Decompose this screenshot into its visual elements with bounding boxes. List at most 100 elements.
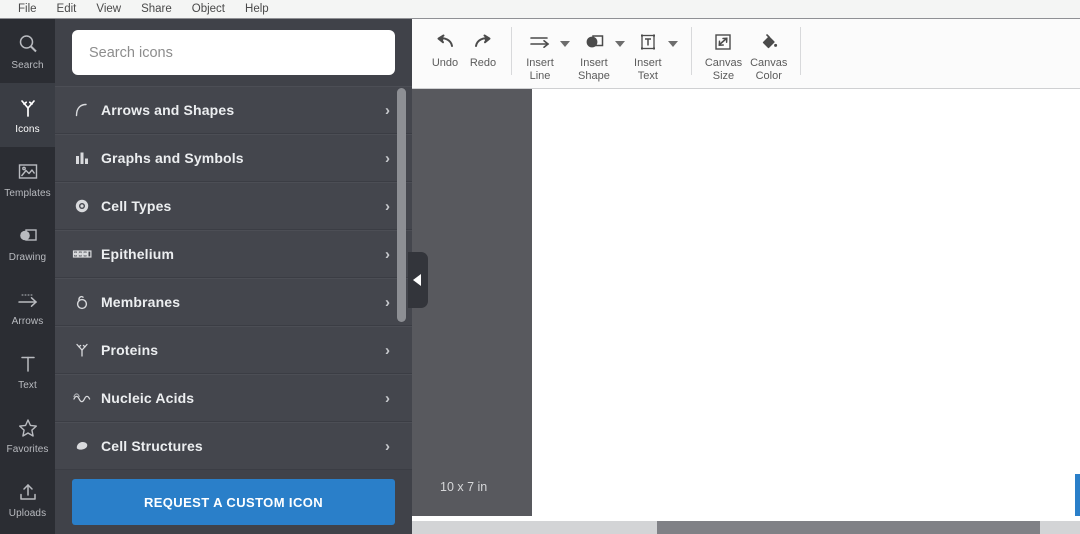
insert-shape-button[interactable]: Insert Shape <box>574 19 614 82</box>
panel-scrollbar-track[interactable] <box>397 86 406 470</box>
canvas-color-button[interactable]: Canvas Color <box>746 19 791 82</box>
rail-item-label: Drawing <box>8 252 47 263</box>
insert-line-combo: Insert Line <box>521 19 574 82</box>
category-item-membranes[interactable]: Membranes › <box>55 278 412 326</box>
cell-circle-icon <box>69 197 95 215</box>
rail-item-label: Search <box>11 60 44 71</box>
app-window: File Edit View Share Object Help Search … <box>0 0 1080 534</box>
redo-label: Redo <box>469 57 497 69</box>
category-item-proteins[interactable]: Proteins › <box>55 326 412 374</box>
chevron-right-icon: › <box>385 149 390 167</box>
category-item-nucleic-acids[interactable]: Nucleic Acids › <box>55 374 412 422</box>
rail-item-label: Templates <box>4 188 51 199</box>
category-item-label: Nucleic Acids <box>101 390 195 406</box>
chevron-right-icon: › <box>385 293 390 311</box>
text-box-icon <box>637 30 659 54</box>
right-edge-panel-sliver[interactable] <box>1075 474 1080 516</box>
canvas-size-label: Canvas Size <box>704 57 743 82</box>
search-bar-container <box>55 19 412 86</box>
arrow-right-icon <box>16 287 40 313</box>
curved-arrow-icon <box>69 101 95 119</box>
insert-text-dropdown-caret[interactable] <box>667 41 678 47</box>
chevron-right-icon: › <box>385 245 390 263</box>
chevron-right-icon: › <box>385 197 390 215</box>
category-item-label: Epithelium <box>101 246 175 262</box>
menu-bar: File Edit View Share Object Help <box>0 0 1080 19</box>
insert-group: Insert Line Insert Shape Insert Text <box>521 19 682 87</box>
menu-item-file[interactable]: File <box>8 0 47 18</box>
dna-wave-icon <box>69 389 95 407</box>
rail-item-text[interactable]: Text <box>0 339 55 403</box>
upload-icon <box>17 479 39 505</box>
horizontal-scrollbar-thumb[interactable] <box>657 521 1040 534</box>
menu-item-share[interactable]: Share <box>131 0 182 18</box>
cta-container: REQUEST A CUSTOM ICON <box>55 470 412 534</box>
insert-line-label: Insert Line <box>526 57 554 82</box>
undo-button[interactable]: Undo <box>426 19 464 70</box>
menu-item-view[interactable]: View <box>86 0 131 18</box>
chevron-right-icon: › <box>385 101 390 119</box>
line-arrow-icon <box>528 30 552 54</box>
panel-scrollbar-thumb[interactable] <box>397 88 406 322</box>
rail-item-favorites[interactable]: Favorites <box>0 403 55 467</box>
paint-bucket-icon <box>758 30 780 54</box>
left-rail: Search Icons Templates Drawing Arrows Te… <box>0 19 55 534</box>
canvas-group: Canvas Size Canvas Color <box>701 19 792 87</box>
rail-item-search[interactable]: Search <box>0 19 55 83</box>
insert-line-dropdown-caret[interactable] <box>560 41 570 47</box>
icon-category-list: Arrows and Shapes › Graphs and Symbols › <box>55 86 412 470</box>
search-input[interactable] <box>72 30 395 75</box>
category-item-label: Membranes <box>101 294 181 310</box>
undo-arrow-icon <box>434 30 456 54</box>
epithelium-icon <box>69 245 95 263</box>
bar-chart-icon <box>69 149 95 167</box>
star-icon <box>17 415 39 441</box>
rail-item-templates[interactable]: Templates <box>0 147 55 211</box>
category-item-epithelium[interactable]: Epithelium › <box>55 230 412 278</box>
chevron-right-icon: › <box>385 437 390 455</box>
undo-label: Undo <box>431 57 459 69</box>
category-item-graphs-and-symbols[interactable]: Graphs and Symbols › <box>55 134 412 182</box>
membrane-icon <box>69 293 95 311</box>
picture-icon <box>17 159 39 185</box>
insert-line-button[interactable]: Insert Line <box>521 19 559 82</box>
workspace[interactable]: 10 x 7 in <box>412 89 1080 516</box>
rail-item-label: Icons <box>15 124 40 135</box>
menu-item-object[interactable]: Object <box>182 0 235 18</box>
canvas-dimensions-label: 10 x 7 in <box>440 480 488 494</box>
antibody-icon <box>17 95 39 121</box>
horizontal-scrollbar-track[interactable] <box>412 521 1080 534</box>
toolbar-separator <box>511 27 512 75</box>
menu-item-help[interactable]: Help <box>235 0 279 18</box>
rail-item-uploads[interactable]: Uploads <box>0 467 55 531</box>
history-group: Undo Redo <box>426 19 502 87</box>
category-item-label: Arrows and Shapes <box>101 102 235 118</box>
chevron-right-icon: › <box>385 341 390 359</box>
canvas-page[interactable] <box>532 89 1080 516</box>
request-custom-icon-button[interactable]: REQUEST A CUSTOM ICON <box>72 479 395 525</box>
category-item-arrows-and-shapes[interactable]: Arrows and Shapes › <box>55 86 412 134</box>
redo-button[interactable]: Redo <box>464 19 502 70</box>
rail-item-label: Text <box>18 380 37 391</box>
rail-item-label: Uploads <box>8 508 47 519</box>
insert-shape-dropdown-caret[interactable] <box>614 41 625 47</box>
category-item-label: Proteins <box>101 342 159 358</box>
category-item-cell-structures[interactable]: Cell Structures › <box>55 422 412 470</box>
rail-item-drawing[interactable]: Drawing <box>0 211 55 275</box>
rail-item-arrows[interactable]: Arrows <box>0 275 55 339</box>
shape-icon <box>582 30 606 54</box>
category-item-label: Cell Types <box>101 198 172 214</box>
menu-item-edit[interactable]: Edit <box>47 0 87 18</box>
collapse-panel-handle[interactable] <box>408 252 428 308</box>
category-item-cell-types[interactable]: Cell Types › <box>55 182 412 230</box>
rail-item-icons[interactable]: Icons <box>0 83 55 147</box>
insert-text-button[interactable]: Insert Text <box>629 19 667 82</box>
toolbar-separator <box>800 27 802 75</box>
canvas-size-button[interactable]: Canvas Size <box>701 19 746 82</box>
shapes-icon <box>17 223 39 249</box>
category-item-label: Cell Structures <box>101 438 203 454</box>
toolbar-separator <box>690 27 692 75</box>
icons-panel: Arrows and Shapes › Graphs and Symbols › <box>55 19 412 534</box>
insert-text-combo: Insert Text <box>629 19 682 82</box>
category-item-label: Graphs and Symbols <box>101 150 244 166</box>
